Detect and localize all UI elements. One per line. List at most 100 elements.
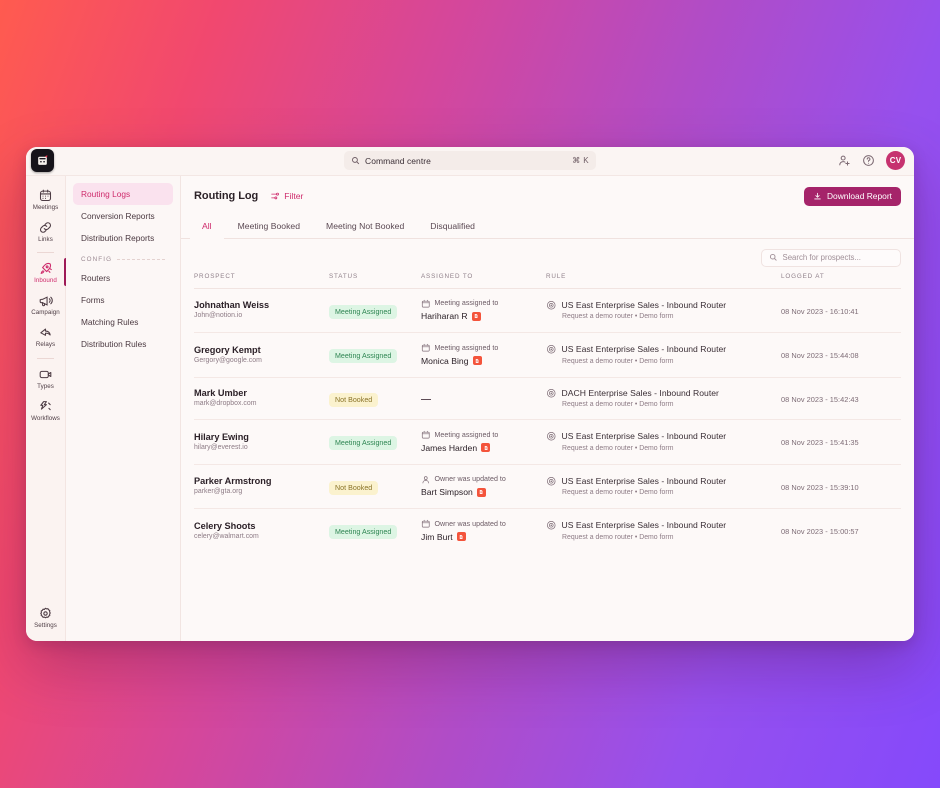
cell-status: Meeting Assigned bbox=[329, 333, 421, 378]
sidebar-item-inbound[interactable]: Inbound bbox=[26, 256, 66, 288]
filter-button[interactable]: Filter bbox=[270, 191, 303, 201]
calendar-icon bbox=[421, 343, 430, 352]
tab-meeting-booked[interactable]: Meeting Booked bbox=[226, 215, 312, 238]
table-row[interactable]: Hilary Ewing hilary@everest.io Meeting Ass… bbox=[194, 420, 901, 464]
add-user-icon[interactable] bbox=[838, 154, 851, 167]
command-centre-search[interactable]: Command centre ⌘ K bbox=[344, 151, 596, 170]
tab-all[interactable]: All bbox=[190, 214, 224, 239]
command-centre-placeholder: Command centre bbox=[365, 155, 431, 166]
cell-rule: US East Enterprise Sales - Inbound Route… bbox=[546, 333, 781, 378]
subnav-group-label: CONFIG bbox=[81, 255, 113, 263]
tab-meeting-not-booked[interactable]: Meeting Not Booked bbox=[314, 215, 416, 238]
table-row[interactable]: Parker Armstrong parker@gta.org Not Booked… bbox=[194, 464, 901, 509]
cell-status: Not Booked bbox=[329, 464, 421, 509]
sidebar-item-relays[interactable]: Relays bbox=[26, 320, 66, 352]
search-input[interactable] bbox=[782, 253, 893, 262]
prospect-email: parker@gta.org bbox=[194, 488, 243, 496]
sidebar-item-label: Inbound bbox=[34, 276, 57, 284]
sub-navigation: Routing Logs Conversion Reports Distribu… bbox=[66, 175, 181, 641]
cell-assigned-to: — bbox=[421, 377, 546, 420]
subnav-item-matching-rules[interactable]: Matching Rules bbox=[73, 311, 173, 333]
rail-divider bbox=[37, 357, 54, 359]
table-row[interactable]: Mark Umber mark@dropbox.com Not Booked — DAC… bbox=[194, 377, 901, 420]
logged-at-value: 08 Nov 2023 - 15:42:43 bbox=[781, 394, 859, 404]
command-centre-shortcut: ⌘ K bbox=[572, 156, 589, 165]
assigned-header: Meeting assigned to bbox=[421, 343, 546, 353]
sidebar-item-types[interactable]: Types bbox=[26, 362, 66, 394]
app-logo-icon[interactable] bbox=[31, 149, 54, 172]
cell-assigned-to: Meeting assigned to Hariharan R bbox=[421, 288, 546, 333]
assigned-person: Hariharan R bbox=[421, 311, 546, 321]
download-report-button[interactable]: Download Report bbox=[803, 186, 901, 206]
table-header-row: PROSPECT STATUS ASSIGNED TO RULE LOGGED … bbox=[194, 272, 901, 289]
cell-assigned-to: Owner was updated to Jim Burt bbox=[421, 509, 546, 553]
subnav-item-conversion-reports[interactable]: Conversion Reports bbox=[73, 205, 173, 227]
sidebar-item-label: Workflows bbox=[31, 414, 60, 422]
crm-source-icon bbox=[471, 311, 481, 321]
assigned-person-name: Hariharan R bbox=[421, 311, 468, 321]
column-header-status: STATUS bbox=[329, 272, 421, 289]
table-row[interactable]: Gregory Kempt Gergory@google.com Meeting A… bbox=[194, 333, 901, 378]
download-report-label: Download Report bbox=[826, 191, 892, 201]
prospect-name: Gregory Kempt bbox=[194, 344, 261, 355]
prospect-name: Hilary Ewing bbox=[194, 431, 249, 442]
link-icon bbox=[39, 221, 52, 233]
router-icon bbox=[547, 300, 556, 309]
subnav-group-config: CONFIG bbox=[73, 249, 173, 267]
rule-header: US East Enterprise Sales - Inbound Route… bbox=[546, 476, 781, 487]
subnav-item-routers[interactable]: Routers bbox=[73, 267, 173, 289]
routing-log-table: PROSPECT STATUS ASSIGNED TO RULE LOGGED … bbox=[194, 272, 901, 553]
rule-title: US East Enterprise Sales - Inbound Route… bbox=[561, 520, 727, 531]
icon-rail: Meetings Links Inbound Campaign Relays T… bbox=[26, 175, 66, 641]
crm-source-icon bbox=[472, 356, 482, 365]
status-badge: Not Booked bbox=[329, 392, 379, 407]
rule-subtitle: Request a demo router • Demo form bbox=[562, 533, 674, 541]
sidebar-item-label: Types bbox=[37, 382, 54, 390]
logged-at-value: 08 Nov 2023 - 15:44:08 bbox=[781, 351, 859, 361]
cell-logged-at: 08 Nov 2023 - 15:39:10 bbox=[781, 464, 901, 509]
cell-rule: US East Enterprise Sales - Inbound Route… bbox=[546, 509, 781, 553]
sidebar-item-links[interactable]: Links bbox=[26, 215, 66, 247]
sidebar-item-label: Links bbox=[38, 235, 53, 243]
cell-logged-at: 08 Nov 2023 - 15:00:57 bbox=[781, 509, 901, 553]
workflow-icon bbox=[40, 400, 51, 410]
sidebar-item-meetings[interactable]: Meetings bbox=[26, 183, 66, 215]
assigned-person: Monica Bing bbox=[421, 356, 546, 366]
sidebar-item-workflows[interactable]: Workflows bbox=[26, 394, 66, 426]
subnav-item-routing-logs[interactable]: Routing Logs bbox=[73, 182, 173, 205]
subnav-item-distribution-reports[interactable]: Distribution Reports bbox=[73, 227, 173, 249]
cell-status: Not Booked bbox=[329, 377, 421, 420]
assigned-person: Bart Simpson bbox=[421, 487, 546, 497]
help-circle-icon[interactable] bbox=[862, 154, 875, 167]
tab-bar: All Meeting Booked Meeting Not Booked Di… bbox=[181, 214, 914, 239]
calendar-icon bbox=[39, 189, 52, 201]
cell-logged-at: 08 Nov 2023 - 15:44:08 bbox=[781, 333, 901, 378]
cell-prospect: Johnathan Weiss John@notion.io bbox=[194, 288, 329, 333]
sidebar-item-settings[interactable]: Settings bbox=[26, 601, 66, 633]
sidebar-item-label: Campaign bbox=[31, 309, 60, 317]
assigned-person-name: Bart Simpson bbox=[421, 487, 473, 497]
status-badge: Meeting Assigned bbox=[329, 349, 398, 364]
table-row[interactable]: Johnathan Weiss John@notion.io Meeting Ass… bbox=[194, 288, 901, 333]
rule-subtitle: Request a demo router • Demo form bbox=[562, 357, 674, 365]
cell-prospect: Gregory Kempt Gergory@google.com bbox=[194, 333, 329, 378]
app-window: Command centre ⌘ K CV Meetings Links Inb… bbox=[26, 146, 914, 641]
status-badge: Meeting Assigned bbox=[329, 436, 398, 451]
topbar-actions: CV bbox=[838, 151, 905, 170]
app-body: Meetings Links Inbound Campaign Relays T… bbox=[26, 175, 914, 641]
column-header-rule: RULE bbox=[546, 272, 781, 289]
table-row[interactable]: Celery Shoots celery@walmart.com Meeting A… bbox=[194, 509, 901, 553]
assigned-empty: — bbox=[421, 393, 431, 405]
sidebar-item-campaign[interactable]: Campaign bbox=[26, 288, 66, 320]
sidebar-item-label: Settings bbox=[34, 622, 57, 630]
subnav-item-forms[interactable]: Forms bbox=[73, 289, 173, 311]
avatar[interactable]: CV bbox=[886, 151, 905, 170]
assigned-label: Owner was updated to bbox=[434, 519, 506, 528]
filter-icon bbox=[271, 192, 280, 200]
tab-disqualified[interactable]: Disqualified bbox=[418, 215, 487, 238]
download-icon bbox=[814, 192, 821, 199]
search-prospects-box[interactable] bbox=[761, 248, 901, 267]
status-badge: Meeting Assigned bbox=[329, 304, 398, 319]
assigned-header: Owner was updated to bbox=[421, 475, 546, 485]
subnav-item-distribution-rules[interactable]: Distribution Rules bbox=[73, 333, 173, 355]
